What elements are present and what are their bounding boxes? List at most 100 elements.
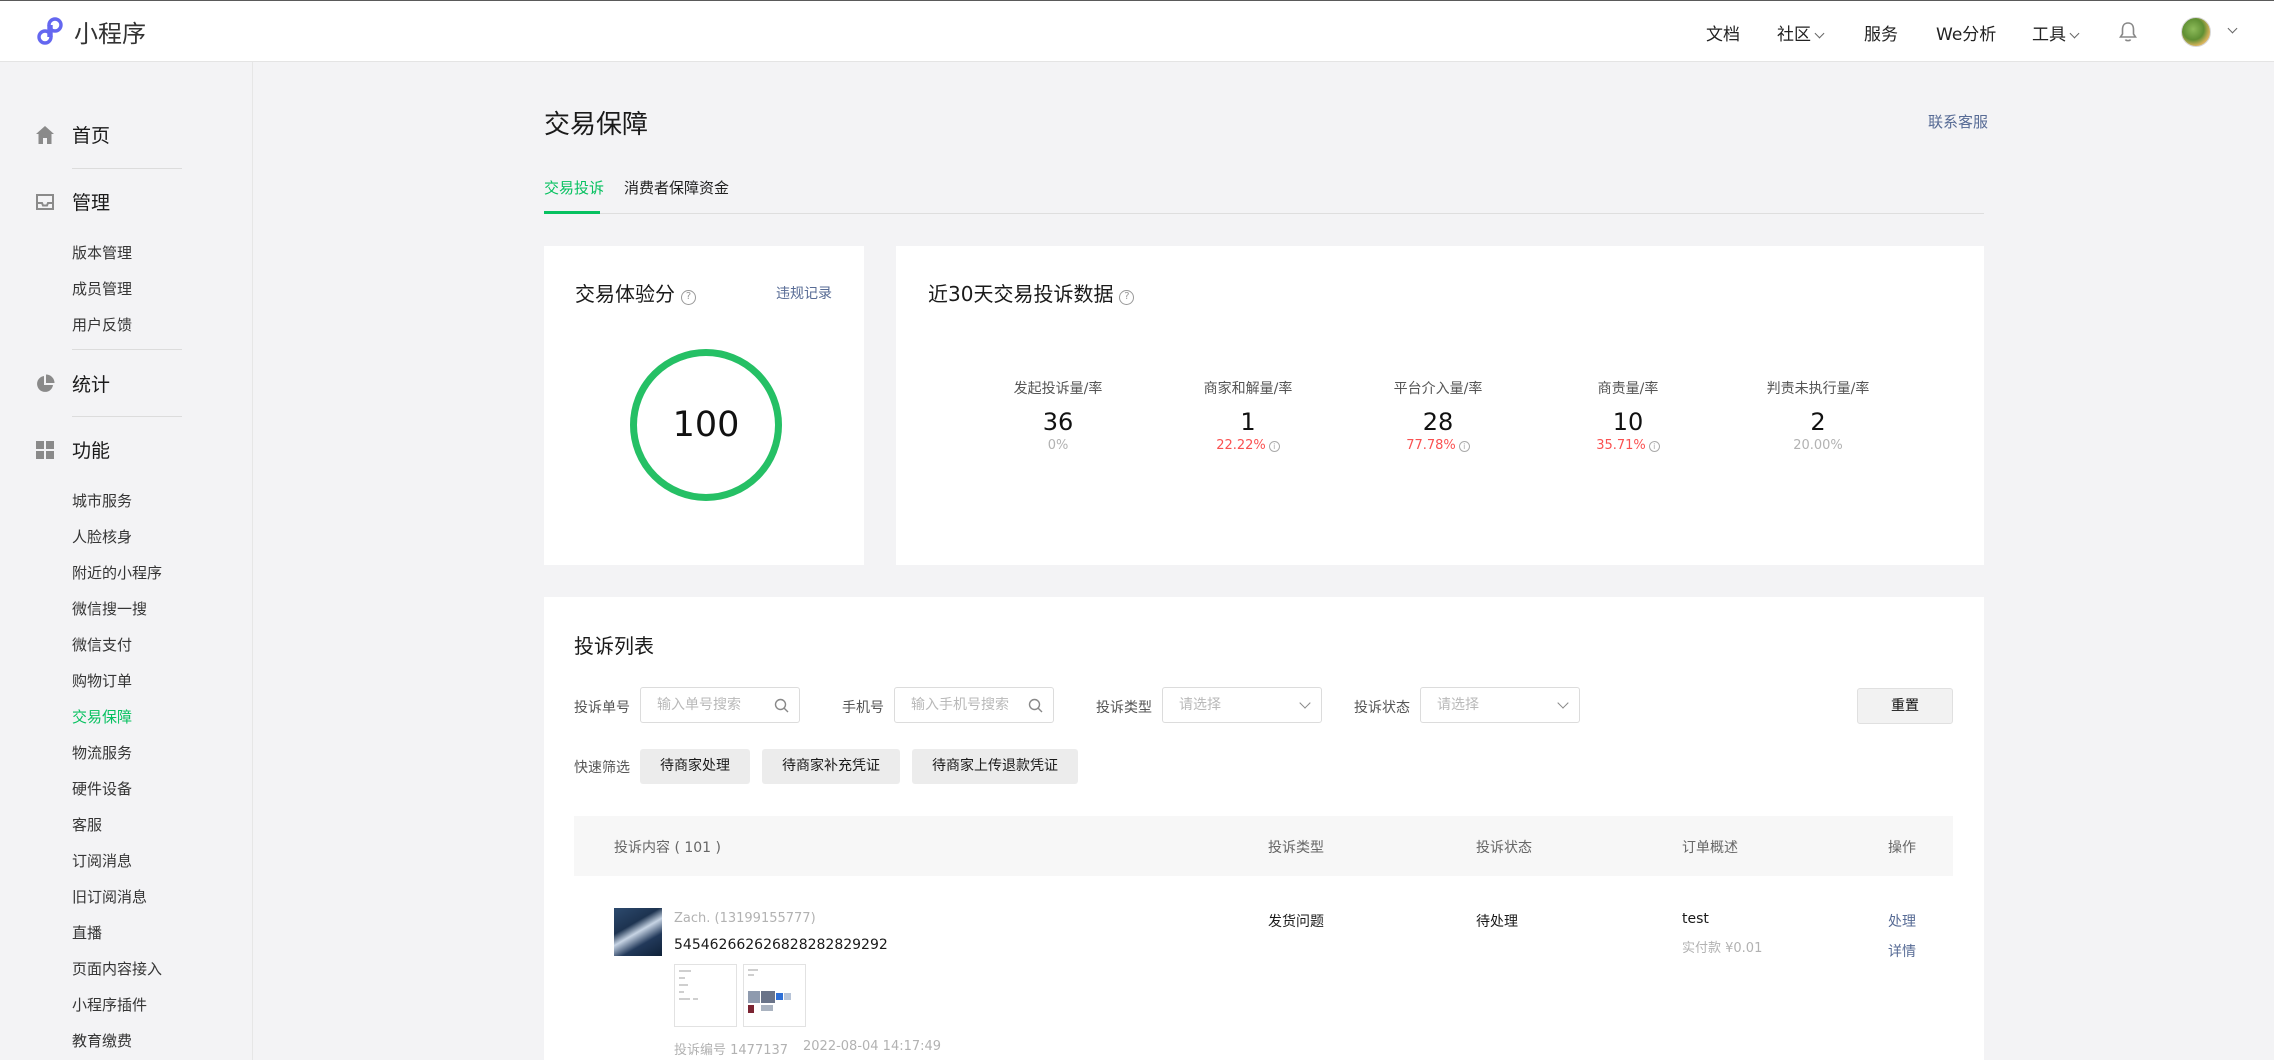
sidebar-item-hardware[interactable]: 硬件设备 — [72, 778, 132, 799]
complaint-status-cell: 待处理 — [1476, 914, 1518, 930]
sidebar-item-wechat-pay[interactable]: 微信支付 — [72, 634, 132, 655]
inbox-icon — [36, 193, 54, 210]
complaint-status-select[interactable]: 请选择 — [1420, 687, 1580, 723]
complaint-type-select[interactable]: 请选择 — [1162, 687, 1322, 723]
process-link[interactable]: 处理 — [1888, 911, 1916, 931]
info-icon[interactable]: i — [1458, 441, 1470, 452]
sidebar-item-face-verify[interactable]: 人脸核身 — [72, 526, 132, 547]
order-number-search-input[interactable]: 输入单号搜索 — [640, 687, 800, 723]
nav-community[interactable]: 社区 — [1777, 20, 1825, 45]
bell-icon[interactable] — [2118, 21, 2138, 43]
brand[interactable]: 小程序 — [34, 15, 146, 48]
grid-icon — [36, 440, 54, 459]
active-tab-indicator — [544, 211, 600, 214]
info-icon[interactable]: i — [1648, 441, 1660, 452]
complainant-name: Zach. (13199155777) — [674, 911, 816, 926]
page-title: 交易保障 — [544, 110, 649, 140]
quick-filter-pending-merchant[interactable]: 待商家处理 — [640, 749, 750, 784]
search-icon — [1028, 698, 1043, 713]
sidebar-item-live[interactable]: 直播 — [72, 922, 102, 943]
stat-item: 平台介入量/率 28 77.78% i — [1358, 378, 1518, 453]
sidebar-item-label: 首页 — [72, 125, 111, 147]
sidebar-item-logistics[interactable]: 物流服务 — [72, 742, 132, 763]
sidebar-item-old-subscription[interactable]: 旧订阅消息 — [72, 886, 147, 907]
table-header: 投诉内容 ( 101 ) 投诉类型 投诉状态 订单概述 操作 — [574, 816, 1953, 876]
quick-filter-label: 快速筛选 — [574, 760, 630, 776]
stat-rate-text: 77.78% — [1406, 438, 1456, 453]
pie-chart-icon — [37, 374, 55, 392]
contact-support-link[interactable]: 联系客服 — [1928, 111, 1988, 132]
stat-item: 商家和解量/率 1 22.22% i — [1168, 378, 1328, 453]
brand-name: 小程序 — [74, 19, 146, 48]
divider — [72, 349, 182, 350]
chevron-down-icon — [1814, 28, 1825, 39]
experience-score-card: 交易体验分? 违规记录 100 — [544, 246, 864, 565]
sidebar-item-page-content[interactable]: 页面内容接入 — [72, 958, 162, 979]
tab-complaints[interactable]: 交易投诉 — [544, 177, 604, 198]
sidebar-item-plugins[interactable]: 小程序插件 — [72, 994, 147, 1015]
evidence-image[interactable] — [674, 964, 737, 1027]
card-title: 交易体验分? — [575, 278, 696, 307]
user-avatar-image — [614, 908, 662, 956]
help-icon[interactable]: ? — [1119, 290, 1135, 305]
nav-service[interactable]: 服务 — [1864, 20, 1898, 45]
complaint-time: 2022-08-04 14:17:49 — [803, 1039, 942, 1054]
nav-tools[interactable]: 工具 — [2032, 20, 2080, 45]
complaint-status-label: 投诉状态 — [1354, 700, 1410, 716]
chevron-down-icon[interactable] — [2227, 23, 2238, 34]
reset-button[interactable]: 重置 — [1857, 688, 1953, 724]
complaint-status-placeholder: 请选择 — [1437, 697, 1479, 713]
sidebar-item-customer-service[interactable]: 客服 — [72, 814, 102, 835]
nav-docs[interactable]: 文档 — [1706, 20, 1740, 45]
avatar[interactable] — [2181, 17, 2211, 47]
details-link[interactable]: 详情 — [1888, 941, 1916, 961]
column-header-status: 投诉状态 — [1476, 840, 1532, 856]
stat-item: 发起投诉量/率 36 0% — [978, 378, 1138, 453]
quick-filter-pending-evidence[interactable]: 待商家补充凭证 — [762, 749, 900, 784]
column-header-actions: 操作 — [1888, 840, 1916, 856]
sidebar-item-city-service[interactable]: 城市服务 — [72, 490, 132, 511]
stat-rate-text: 22.22% — [1216, 438, 1266, 453]
sidebar-item-home[interactable]: 首页 — [34, 121, 110, 148]
chevron-down-icon — [1557, 697, 1569, 709]
complaint-id: 投诉编号 1477137 — [674, 1043, 789, 1058]
sidebar-item-subscription[interactable]: 订阅消息 — [72, 850, 132, 871]
phone-placeholder: 输入手机号搜索 — [911, 697, 1009, 713]
quick-filter-pending-refund-proof[interactable]: 待商家上传退款凭证 — [912, 749, 1078, 784]
evidence-image[interactable] — [743, 964, 806, 1027]
order-summary-title: test — [1682, 911, 1709, 927]
stat-label: 平台介入量/率 — [1393, 381, 1483, 397]
nav-analytics[interactable]: We分析 — [1936, 20, 1996, 45]
phone-search-input[interactable]: 输入手机号搜索 — [894, 687, 1054, 723]
complaint-stats-card: 近30天交易投诉数据? 发起投诉量/率 36 0% 商家和解量/率 1 22.2… — [896, 246, 1984, 565]
sidebar-item-wechat-search[interactable]: 微信搜一搜 — [72, 598, 147, 619]
sidebar-item-manage[interactable]: 管理 — [34, 188, 110, 215]
stat-rate: 20.00% — [1738, 438, 1898, 453]
stat-label: 判责未执行量/率 — [1766, 381, 1870, 397]
info-icon[interactable]: i — [1268, 441, 1280, 452]
stat-item: 商责量/率 10 35.71% i — [1548, 378, 1708, 453]
sidebar-item-member-management[interactable]: 成员管理 — [72, 278, 132, 299]
stats-card-title: 近30天交易投诉数据 — [928, 282, 1114, 306]
stat-label: 商家和解量/率 — [1203, 381, 1293, 397]
sidebar-item-user-feedback[interactable]: 用户反馈 — [72, 314, 132, 335]
complaint-type-placeholder: 请选择 — [1179, 697, 1221, 713]
sidebar-item-shopping-orders[interactable]: 购物订单 — [72, 670, 132, 691]
sidebar-item-features[interactable]: 功能 — [34, 436, 110, 463]
home-icon — [36, 125, 54, 144]
sidebar-item-stats[interactable]: 统计 — [34, 370, 110, 397]
sidebar-item-education-fees[interactable]: 教育缴费 — [72, 1030, 132, 1051]
stat-rate-text: 0% — [1047, 438, 1069, 453]
sidebar-item-version-management[interactable]: 版本管理 — [72, 242, 132, 263]
stat-value: 28 — [1422, 408, 1454, 436]
sidebar-item-transaction-guarantee[interactable]: 交易保障 — [72, 706, 132, 727]
chevron-down-icon — [2069, 28, 2080, 39]
tab-consumer-guarantee-fund[interactable]: 消费者保障资金 — [624, 177, 729, 198]
sidebar-item-nearby[interactable]: 附近的小程序 — [72, 562, 162, 583]
help-icon[interactable]: ? — [681, 290, 696, 305]
stat-label: 发起投诉量/率 — [1013, 381, 1103, 397]
chevron-down-icon — [1299, 697, 1311, 709]
violation-records-link[interactable]: 违规记录 — [776, 283, 832, 303]
evidence-image-graphic — [679, 970, 698, 1000]
order-number-placeholder: 输入单号搜索 — [657, 697, 741, 713]
